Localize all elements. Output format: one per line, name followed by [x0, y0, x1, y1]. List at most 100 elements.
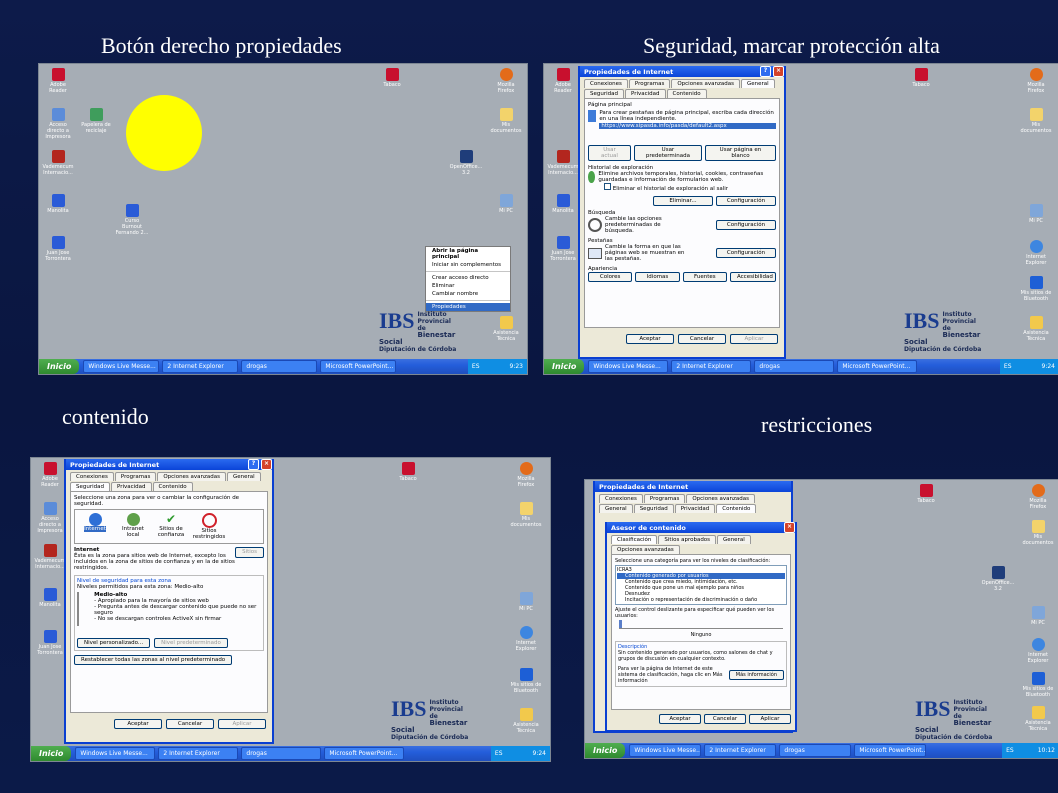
juan-jose-icon[interactable]: Juan Jose Torrontera	[41, 236, 75, 262]
tab-general[interactable]: General	[599, 504, 633, 513]
recycle-bin-icon[interactable]: Papelera de reciclaje	[79, 108, 113, 134]
cancel-button[interactable]: Cancelar	[678, 334, 726, 344]
slider-thumb[interactable]	[619, 620, 622, 628]
mipc-icon[interactable]: Mi PC	[1021, 606, 1055, 626]
openoffice-icon[interactable]: OpenOffice... 3.2	[981, 566, 1015, 592]
tab-conexiones[interactable]: Conexiones	[584, 79, 628, 88]
taskbar-messenger[interactable]: Windows Live Messe...	[75, 747, 156, 760]
ie-icon[interactable]: Internet Explorer	[1019, 240, 1053, 266]
taskbar-drogas[interactable]: drogas	[754, 360, 835, 373]
taskbar-messenger[interactable]: Windows Live Messe...	[588, 360, 669, 373]
zone-trusted[interactable]: ✔ Sitios de confianza	[154, 513, 188, 540]
tab-contenido[interactable]: Contenido	[152, 482, 193, 491]
juan-jose-icon[interactable]: Juan Jose Torrontera	[33, 630, 67, 656]
taskbar-powerpoint[interactable]: Microsoft PowerPoint...	[324, 747, 405, 760]
printer-shortcut-icon[interactable]: Acceso directo a Impresora	[33, 502, 67, 534]
reset-all-zones-button[interactable]: Restablecer todas las zonas al nivel pre…	[74, 655, 233, 665]
openoffice-icon[interactable]: OpenOffice... 3.2	[449, 150, 483, 176]
languages-button[interactable]: Idiomas	[635, 272, 680, 282]
use-current-button[interactable]: Usar actual	[588, 145, 631, 161]
menu-rename[interactable]: Cambiar nombre	[426, 290, 510, 298]
taskbar-drogas[interactable]: drogas	[779, 744, 852, 757]
more-info-button[interactable]: Más información	[728, 670, 784, 680]
taskbar-ie[interactable]: 2 Internet Explorer	[162, 360, 239, 373]
use-blank-button[interactable]: Usar página en blanco	[704, 145, 776, 161]
tab-opciones-avanzadas[interactable]: Opciones avanzadas	[686, 494, 756, 503]
close-button[interactable]: ×	[784, 522, 795, 533]
menu-create-shortcut[interactable]: Crear acceso directo	[426, 274, 510, 282]
ok-button[interactable]: Aceptar	[114, 719, 162, 729]
menu-delete[interactable]: Eliminar	[426, 282, 510, 290]
manolita-icon[interactable]: Manolita	[33, 588, 67, 608]
taskbar-ie[interactable]: 2 Internet Explorer	[158, 747, 239, 760]
zone-internet[interactable]: Internet	[78, 513, 112, 540]
tab-programas[interactable]: Programas	[628, 79, 671, 88]
zone-intranet[interactable]: Intranet local	[116, 513, 150, 540]
tab-general[interactable]: General	[227, 472, 261, 481]
firefox-icon[interactable]: Mozilla Firefox	[1019, 68, 1053, 94]
default-level-button[interactable]: Nivel predeterminado	[154, 638, 228, 648]
taskbar-powerpoint[interactable]: Microsoft PowerPoint...	[320, 360, 397, 373]
taskbar-powerpoint[interactable]: Microsoft PowerPoint...	[854, 744, 927, 757]
bluetooth-icon[interactable]: Mis sitios de Bluetooth	[1019, 276, 1053, 302]
apply-button[interactable]: Aplicar	[218, 719, 266, 729]
tab-opciones-avanzadas[interactable]: Opciones avanzadas	[611, 545, 680, 554]
taskbar-ie[interactable]: 2 Internet Explorer	[671, 360, 752, 373]
cancel-button[interactable]: Cancelar	[704, 714, 746, 724]
printer-shortcut-icon[interactable]: Acceso directo a Impresora	[41, 108, 75, 140]
firefox-icon[interactable]: Mozilla Firefox	[489, 68, 523, 94]
history-config-button[interactable]: Configuración	[716, 196, 776, 206]
tab-general[interactable]: General	[717, 535, 751, 544]
vademecum-icon[interactable]: Vademecum Internacio...	[41, 150, 75, 176]
apply-button[interactable]: Aplicar	[749, 714, 791, 724]
tabaco-icon[interactable]: Tabaco	[904, 68, 938, 88]
adobe-reader-icon[interactable]: Adobe Reader	[41, 68, 75, 94]
ie-icon[interactable]: Internet Explorer	[509, 626, 543, 652]
my-documents-icon[interactable]: Mis documentos	[489, 108, 523, 134]
my-computer-icon[interactable]: Mi PC	[489, 194, 523, 214]
tabaco-icon[interactable]: Tabaco	[909, 484, 943, 504]
use-default-button[interactable]: Usar predeterminada	[633, 145, 702, 161]
taskbar-ie[interactable]: 2 Internet Explorer	[704, 744, 777, 757]
start-button[interactable]: Inicio	[544, 359, 585, 374]
apply-button[interactable]: Aplicar	[730, 334, 778, 344]
start-button[interactable]: Inicio	[39, 359, 80, 374]
tab-seguridad[interactable]: Seguridad	[584, 89, 624, 98]
taskbar-drogas[interactable]: drogas	[241, 747, 322, 760]
tab-privacidad[interactable]: Privacidad	[674, 504, 716, 513]
my-documents-icon[interactable]: Mis documentos	[509, 502, 543, 528]
mipc-icon[interactable]: Mi PC	[1019, 204, 1053, 224]
tabaco-icon[interactable]: Tabaco	[391, 462, 425, 482]
delete-history-button[interactable]: Eliminar...	[653, 196, 713, 206]
ok-button[interactable]: Aceptar	[659, 714, 701, 724]
tab-programas[interactable]: Programas	[114, 472, 157, 481]
tab-privacidad[interactable]: Privacidad	[625, 89, 666, 98]
start-button[interactable]: Inicio	[585, 743, 626, 758]
tab-conexiones[interactable]: Conexiones	[599, 494, 643, 503]
vademecum-icon[interactable]: Vademecum Internacio...	[33, 544, 67, 570]
curso-icon[interactable]: Curso Burnout Fernando 2...	[115, 204, 149, 236]
start-button[interactable]: Inicio	[31, 746, 72, 761]
mipc-icon[interactable]: Mi PC	[509, 592, 543, 612]
tab-seguridad[interactable]: Seguridad	[70, 482, 110, 491]
adobe-reader-icon[interactable]: Adobe Reader	[33, 462, 67, 488]
accessibility-button[interactable]: Accesibilidad	[729, 272, 776, 282]
bluetooth-icon[interactable]: Mis sitios de Bluetooth	[509, 668, 543, 694]
security-slider[interactable]	[77, 592, 88, 626]
assistance-icon[interactable]: Asistencia Técnica	[489, 316, 523, 342]
assistance-icon[interactable]: Asistencia Técnica	[1019, 316, 1053, 342]
cancel-button[interactable]: Cancelar	[166, 719, 214, 729]
help-button[interactable]: ?	[760, 66, 771, 77]
taskbar-powerpoint[interactable]: Microsoft PowerPoint...	[837, 360, 918, 373]
taskbar-messenger[interactable]: Windows Live Messe...	[83, 360, 160, 373]
tab-conexiones[interactable]: Conexiones	[70, 472, 114, 481]
help-button[interactable]: ?	[248, 459, 259, 470]
tab-opciones-avanzadas[interactable]: Opciones avanzadas	[157, 472, 227, 481]
tabaco-icon[interactable]: Tabaco	[375, 68, 409, 88]
custom-level-button[interactable]: Nivel personalizado...	[77, 638, 151, 648]
sites-button[interactable]: Sitios	[235, 547, 264, 558]
fonts-button[interactable]: Fuentes	[682, 272, 727, 282]
tabs-config-button[interactable]: Configuración	[716, 248, 776, 258]
assistance-icon[interactable]: Asistencia Técnica	[509, 708, 543, 734]
menu-no-addons[interactable]: Iniciar sin complementos	[426, 261, 510, 269]
